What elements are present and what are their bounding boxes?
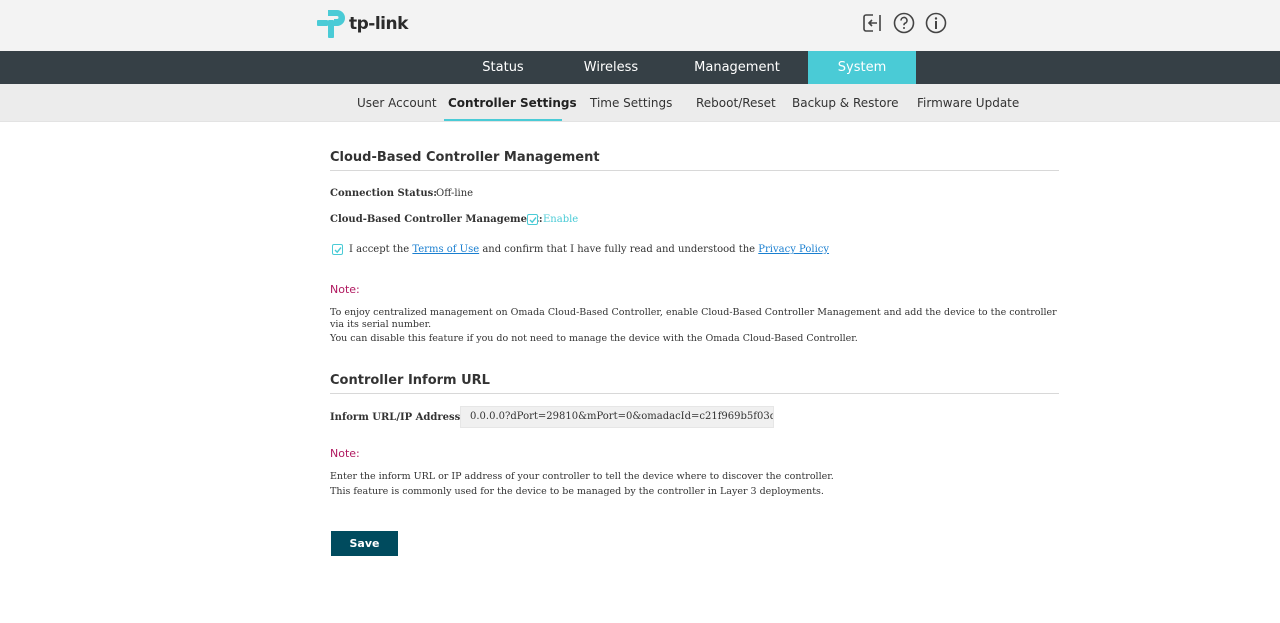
tab-system[interactable]: System bbox=[808, 51, 916, 84]
inform-section-title: Controller Inform URL bbox=[330, 373, 490, 388]
subtab-backup-restore[interactable]: Backup & Restore bbox=[792, 84, 899, 122]
tab-management[interactable]: Management bbox=[682, 51, 792, 84]
subtab-time-settings[interactable]: Time Settings bbox=[590, 84, 672, 122]
main-navigation: Status Wireless Management System bbox=[0, 51, 1280, 84]
cloud-section-divider bbox=[330, 170, 1059, 171]
checkmark-icon bbox=[529, 217, 537, 224]
inform-note-line-2: This feature is commonly used for the de… bbox=[330, 486, 824, 497]
cloud-section-title: Cloud-Based Controller Management bbox=[330, 150, 600, 165]
subtab-reboot-reset[interactable]: Reboot/Reset bbox=[696, 84, 776, 122]
tab-status[interactable]: Status bbox=[463, 51, 543, 84]
connection-status-label: Connection Status: bbox=[330, 188, 437, 199]
inform-url-label: Inform URL/IP Address: bbox=[330, 412, 464, 423]
accept-middle: and confirm that I have fully read and u… bbox=[479, 244, 759, 255]
logo-text: tp-link bbox=[349, 14, 408, 34]
info-icon[interactable] bbox=[925, 12, 947, 34]
enable-checkbox[interactable] bbox=[527, 214, 538, 225]
top-bar: tp-link bbox=[0, 0, 1280, 51]
logout-icon[interactable] bbox=[861, 12, 883, 34]
enable-label[interactable]: Enable bbox=[543, 214, 578, 225]
inform-section-divider bbox=[330, 393, 1059, 394]
sub-navigation: User Account Controller Settings Time Se… bbox=[0, 84, 1280, 122]
terms-of-use-link[interactable]: Terms of Use bbox=[412, 244, 479, 255]
connection-status-value: Off-line bbox=[436, 188, 474, 199]
subtab-user-account[interactable]: User Account bbox=[357, 84, 437, 122]
help-icon[interactable] bbox=[893, 12, 915, 34]
inform-note-line-1: Enter the inform URL or IP address of yo… bbox=[330, 471, 834, 482]
tp-link-logo-icon bbox=[317, 10, 345, 38]
tp-link-logo[interactable]: tp-link bbox=[316, 8, 408, 40]
cloud-management-label: Cloud-Based Controller Management: bbox=[330, 214, 543, 225]
inform-url-input[interactable]: 0.0.0.0?dPort=29810&mPort=0&omadacId=c21… bbox=[460, 406, 774, 428]
header-icon-group bbox=[861, 12, 947, 34]
active-subtab-underline bbox=[444, 119, 562, 121]
cloud-note-title: Note: bbox=[330, 283, 360, 296]
cloud-note-line-1: To enjoy centralized management on Omada… bbox=[330, 307, 1057, 330]
inform-note-title: Note: bbox=[330, 447, 360, 460]
cloud-note-line-2: You can disable this feature if you do n… bbox=[330, 333, 858, 344]
accept-prefix: I accept the bbox=[349, 244, 413, 255]
save-button[interactable]: Save bbox=[331, 531, 398, 556]
tab-wireless[interactable]: Wireless bbox=[571, 51, 651, 84]
subtab-controller-settings[interactable]: Controller Settings bbox=[448, 84, 577, 122]
checkmark-icon bbox=[334, 247, 342, 254]
privacy-policy-link[interactable]: Privacy Policy bbox=[758, 244, 829, 255]
accept-terms-checkbox[interactable] bbox=[332, 244, 343, 255]
accept-terms-text: I accept the Terms of Use and confirm th… bbox=[349, 244, 829, 255]
subtab-firmware-update[interactable]: Firmware Update bbox=[917, 84, 1019, 122]
